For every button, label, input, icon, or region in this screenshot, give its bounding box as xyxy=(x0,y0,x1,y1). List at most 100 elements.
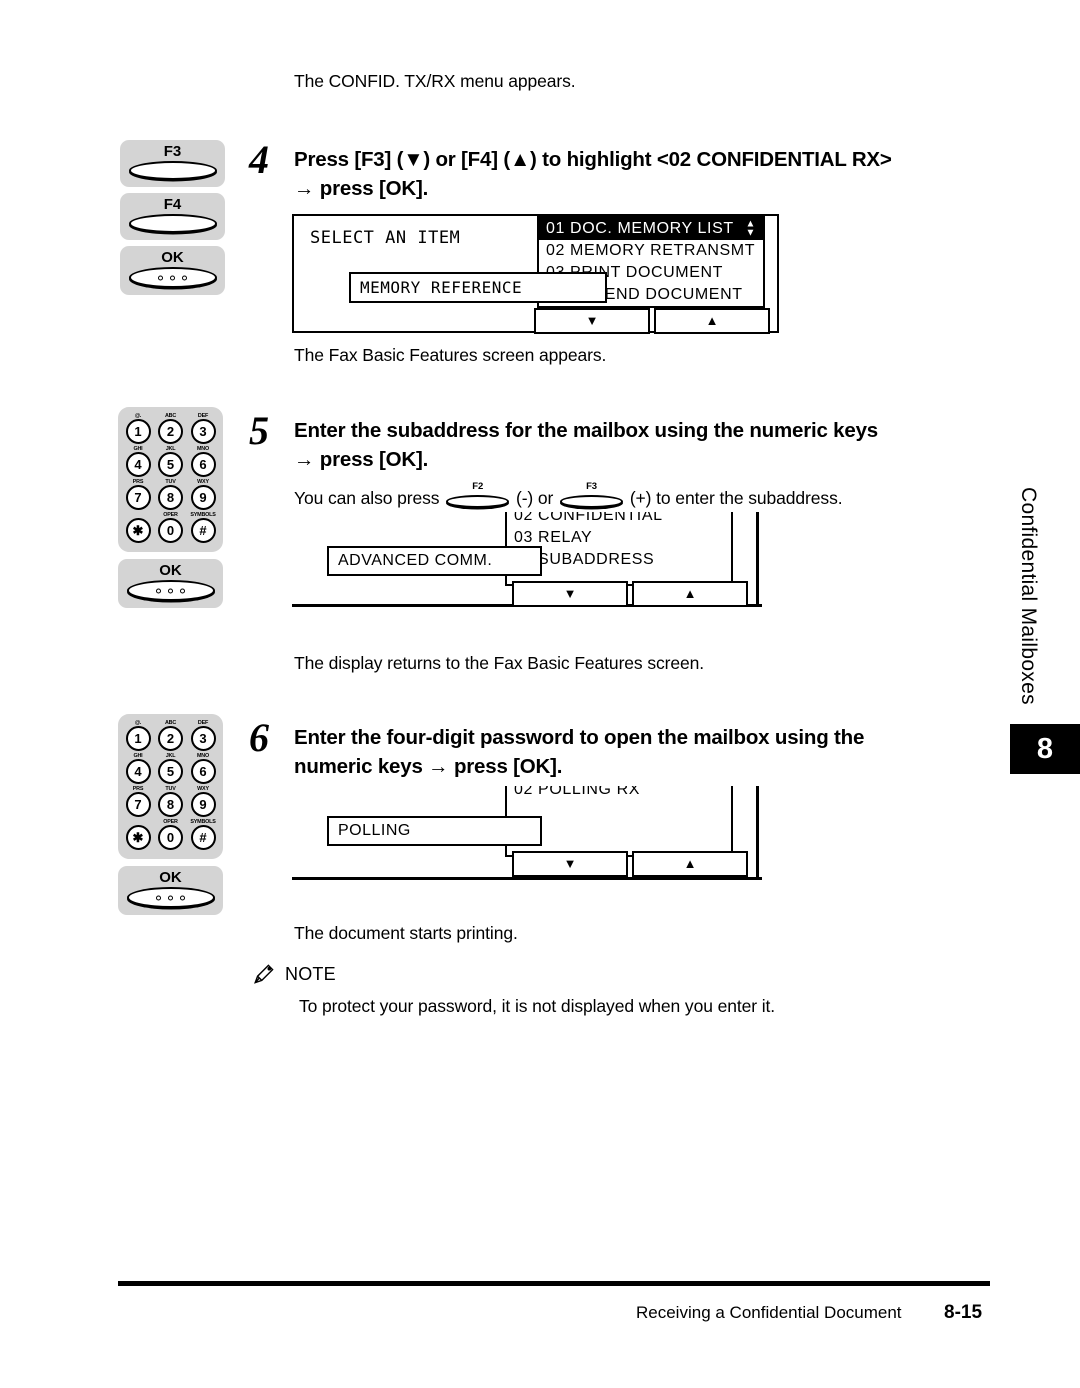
list-item[interactable]: 02 MEMORY RETRANSMT xyxy=(539,240,763,262)
step-5-hint-text: You can also press F2 (-) or F3 (+) to e… xyxy=(294,482,843,510)
list-item[interactable]: 01 DOC. MEMORY LIST ▲ ▼ xyxy=(539,218,763,240)
keypad-key-4[interactable]: 4 xyxy=(125,759,151,784)
keypad-sublabel: OPER xyxy=(163,819,178,825)
keypad-row: PRS 7 TUV 8 WXY 9 xyxy=(123,786,218,817)
side-tab-label: Confidential Mailboxes xyxy=(1017,487,1040,705)
list-item-label: 02 POLLING RX xyxy=(514,786,641,798)
step-6-lcd-box-label: POLLING xyxy=(327,816,542,846)
ok-key-step6[interactable]: OK xyxy=(118,866,223,915)
step-6-result-text: The document starts printing. xyxy=(294,923,518,943)
step-6-lcd-bottom-rule xyxy=(292,877,762,880)
keypad-sublabel: @. xyxy=(134,413,142,419)
keypad-key-8[interactable]: 8 xyxy=(158,485,183,510)
keypad-cell: MNO 6 xyxy=(188,446,218,477)
keypad-key-2[interactable]: 2 xyxy=(158,726,183,751)
step-4-heading: Press [F3] (▼) or [F4] (▲) to highlight … xyxy=(294,145,994,203)
keypad-cell: MNO 6 xyxy=(188,753,218,784)
step-6-number: 6 xyxy=(249,715,269,760)
ok-key-step5[interactable]: OK xyxy=(118,559,223,608)
keypad-cell: TUV 8 xyxy=(156,479,186,510)
keypad-sublabel: SYMBOLS xyxy=(190,512,216,518)
keypad-key-asterisk[interactable]: ✱ xyxy=(125,518,151,543)
step-6-softkeys: ▼ ▲ xyxy=(512,851,748,877)
pencil-icon xyxy=(252,962,276,986)
keypad-cell: ✱ xyxy=(123,819,153,850)
step-4-heading-line2: → press [OK]. xyxy=(294,177,429,201)
ok-key-dots xyxy=(131,275,215,280)
keypad-key-1[interactable]: 1 xyxy=(125,726,151,751)
keypad-sublabel: SYMBOLS xyxy=(190,819,216,825)
f3-key-inline[interactable]: F3 xyxy=(560,482,624,508)
step-5-heading-line1: Enter the subaddress for the mailbox usi… xyxy=(294,419,878,442)
keypad-key-9[interactable]: 9 xyxy=(190,485,216,510)
list-item[interactable]: 02 POLLING RX xyxy=(507,786,731,801)
side-tab-chapter-badge: 8 xyxy=(1010,724,1080,774)
keypad-cell: TUV 8 xyxy=(156,786,186,817)
scroll-arrows-icon[interactable]: ▲ ▼ xyxy=(746,219,757,238)
f3-key[interactable]: F3 xyxy=(120,140,225,187)
note-body: To protect your password, it is not disp… xyxy=(299,996,776,1016)
note-header: NOTE xyxy=(252,962,775,986)
keypad-sublabel: @. xyxy=(134,720,142,726)
ok-key-step4[interactable]: OK xyxy=(120,246,225,295)
keypad-key-7[interactable]: 7 xyxy=(125,485,151,510)
step-6-heading: Enter the four-digit password to open th… xyxy=(294,723,984,781)
keypad-key-6[interactable]: 6 xyxy=(190,452,216,477)
ok-key-dots xyxy=(129,895,213,900)
keypad-key-8[interactable]: 8 xyxy=(158,792,183,817)
f4-key-oval xyxy=(128,214,217,233)
f3-key-label: F3 xyxy=(163,143,182,160)
step-5-softkeys: ▼ ▲ xyxy=(512,581,748,607)
softkey-down[interactable]: ▼ xyxy=(512,581,628,607)
numeric-keypad[interactable]: @. 1 ABC 2 DEF 3 GHI 4 JKL 5 MNO 6 PRS 7 TUV 8 W… xyxy=(118,407,223,552)
keypad-key-0[interactable]: 0 xyxy=(158,825,183,850)
keypad-key-2[interactable]: 2 xyxy=(158,419,183,444)
keypad-row: @. 1 ABC 2 DEF 3 xyxy=(123,720,218,751)
keypad-row: ✱ OPER 0 SYMBOLS # xyxy=(123,512,218,543)
keypad-row: PRS 7 TUV 8 WXY 9 xyxy=(123,479,218,510)
f2-key-inline-label: F2 xyxy=(472,481,484,492)
keypad-sublabel: PRS xyxy=(132,786,144,792)
softkey-down[interactable]: ▼ xyxy=(512,851,628,877)
f2-key-inline-oval xyxy=(446,495,510,508)
keypad-cell: OPER 0 xyxy=(156,512,186,543)
keypad-key-3[interactable]: 3 xyxy=(190,419,216,444)
keypad-key-asterisk[interactable]: ✱ xyxy=(125,825,151,850)
keypad-sublabel: TUV xyxy=(165,786,176,792)
keypad-sublabel: WXY xyxy=(197,479,209,485)
keypad-key-7[interactable]: 7 xyxy=(125,792,151,817)
keypad-key-1[interactable]: 1 xyxy=(125,419,151,444)
keypad-key-5[interactable]: 5 xyxy=(158,452,183,477)
softkey-down[interactable]: ▼ xyxy=(534,308,650,334)
softkey-up[interactable]: ▲ xyxy=(632,581,748,607)
step-4-key-stack: F3 F4 OK xyxy=(120,140,225,295)
step-4-lcd-box-label: MEMORY REFERENCE xyxy=(349,272,607,303)
keypad-sublabel: ABC xyxy=(164,413,177,419)
keypad-key-6[interactable]: 6 xyxy=(190,759,216,784)
keypad-key-hash[interactable]: # xyxy=(190,518,216,543)
f2-key-inline[interactable]: F2 xyxy=(446,482,510,508)
list-item-label: 02 MEMORY RETRANSMT xyxy=(546,242,756,259)
keypad-key-0[interactable]: 0 xyxy=(158,518,183,543)
ok-key-label: OK xyxy=(161,249,184,266)
step-5-hint-a: You can also press xyxy=(294,488,440,508)
step-4-softkeys: ▼ ▲ xyxy=(534,308,770,334)
keypad-key-5[interactable]: 5 xyxy=(158,759,183,784)
step-4-result-text: The Fax Basic Features screen appears. xyxy=(294,345,607,365)
keypad-key-9[interactable]: 9 xyxy=(190,792,216,817)
footer-page-number: 8-15 xyxy=(944,1302,983,1323)
f4-key[interactable]: F4 xyxy=(120,193,225,240)
softkey-up[interactable]: ▲ xyxy=(632,851,748,877)
keypad-key-hash[interactable]: # xyxy=(190,825,216,850)
keypad-key-3[interactable]: 3 xyxy=(190,726,216,751)
softkey-up[interactable]: ▲ xyxy=(654,308,770,334)
keypad-sublabel: GHI xyxy=(133,753,143,759)
keypad-sublabel: JKL xyxy=(165,753,176,759)
keypad-cell: JKL 5 xyxy=(156,753,186,784)
list-item[interactable]: 02 CONFIDENTIAL xyxy=(507,512,731,527)
keypad-key-4[interactable]: 4 xyxy=(125,452,151,477)
numeric-keypad[interactable]: @. 1 ABC 2 DEF 3 GHI 4 JKL 5 MNO 6 PRS 7 TUV 8 W… xyxy=(118,714,223,859)
keypad-sublabel: PRS xyxy=(132,479,144,485)
step-6-heading-line1: Enter the four-digit password to open th… xyxy=(294,726,865,749)
keypad-row: GHI 4 JKL 5 MNO 6 xyxy=(123,753,218,784)
